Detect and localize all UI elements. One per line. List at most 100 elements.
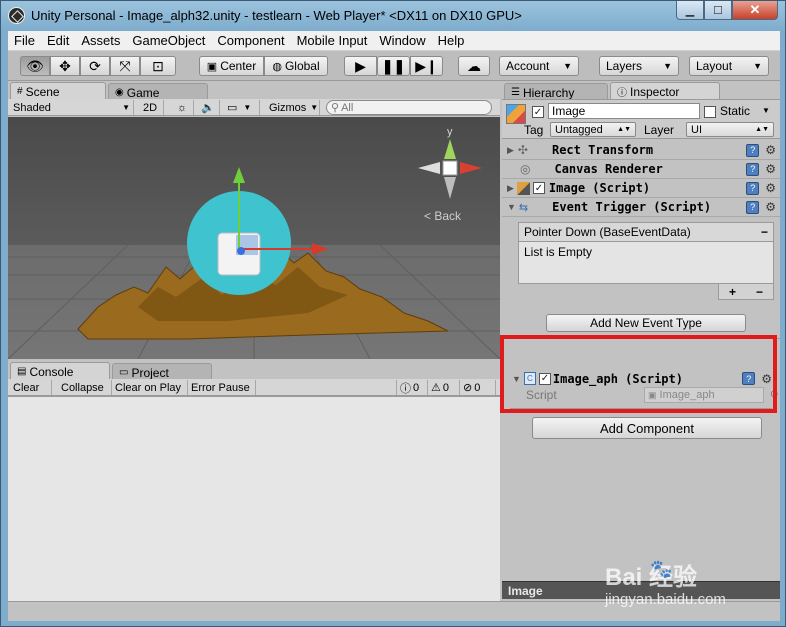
component-event-trigger[interactable]: ▼ ⇆ Event Trigger (Script) ? ⚙ <box>502 198 780 217</box>
object-header: ✓ Image Static ▼ Tag Untagged ▲▼ Layer U… <box>502 99 780 139</box>
chevron-down-icon: ▼ <box>310 103 319 112</box>
add-new-event-type-button[interactable]: Add New Event Type <box>546 314 746 332</box>
menu-edit[interactable]: Edit <box>41 33 75 48</box>
help-icon[interactable]: ? <box>746 162 760 176</box>
component-title: Event Trigger (Script) <box>552 200 712 214</box>
chevron-down-icon[interactable]: ▼ <box>762 106 770 115</box>
play-button[interactable]: ▶ <box>344 56 377 76</box>
audio-toggle[interactable]: 🔈 <box>198 100 220 115</box>
console-error-pause-button[interactable]: Error Pause <box>188 380 256 395</box>
menu-gameobject[interactable]: GameObject <box>126 33 211 48</box>
layout-dropdown[interactable]: Layout ▼ <box>689 56 769 76</box>
tab-scene-label: Scene <box>25 84 60 99</box>
scale-tool-button[interactable]: ⤧ <box>110 56 140 76</box>
static-checkbox[interactable] <box>704 106 716 118</box>
tab-scene[interactable]: # Scene <box>10 82 106 100</box>
maximize-button[interactable]: ☐ <box>704 1 732 20</box>
error-count: 0 <box>474 381 481 394</box>
rect-tool-button[interactable]: ⊡ <box>140 56 176 76</box>
gizmos-dropdown[interactable]: Gizmos ▼ <box>266 100 320 115</box>
info-count: 0 <box>413 381 420 394</box>
console-warning-filter[interactable]: ⚠ 0 <box>428 380 460 395</box>
pivot-global-button[interactable]: ◍ Global <box>264 56 328 76</box>
component-image-script[interactable]: ▶ ✓ Image (Script) ? ⚙ <box>502 179 780 198</box>
layer-label: Layer <box>644 123 675 137</box>
gear-icon[interactable]: ⚙ <box>765 181 776 195</box>
tab-inspector[interactable]: ⓘ Inspector <box>610 82 720 100</box>
step-button[interactable]: ▶❙ <box>410 56 443 76</box>
gizmos-label: Gizmos <box>269 101 307 114</box>
layers-label: Layers <box>606 59 643 73</box>
chevron-down-icon: ▼ <box>122 103 130 112</box>
cloud-button[interactable]: ☁ <box>458 56 490 76</box>
title-bar[interactable]: Unity Personal - Image_alph32.unity - te… <box>1 1 786 31</box>
help-icon[interactable]: ? <box>746 200 760 214</box>
foldout-arrow-icon: ▼ <box>507 202 516 212</box>
menu-component[interactable]: Component <box>211 33 290 48</box>
toggle-2d-button[interactable]: 2D <box>140 100 164 115</box>
tag-dropdown[interactable]: Untagged ▲▼ <box>550 122 636 137</box>
tab-game-label: Game <box>126 85 160 100</box>
help-icon[interactable]: ? <box>746 143 760 157</box>
menu-help[interactable]: Help <box>432 33 471 48</box>
close-button[interactable]: ✕ <box>732 1 778 20</box>
scale-icon: ⤧ <box>119 58 131 74</box>
console-clear-on-play-button[interactable]: Clear on Play <box>112 380 188 395</box>
layout-label: Layout <box>696 59 733 73</box>
unity-logo-icon <box>8 7 25 24</box>
eye-icon: 👁 <box>26 58 44 74</box>
gear-icon[interactable]: ⚙ <box>765 143 776 157</box>
menu-file[interactable]: File <box>8 33 41 48</box>
component-title: Rect Transform <box>551 143 654 157</box>
rotate-tool-button[interactable]: ⟳ <box>80 56 110 76</box>
menu-assets[interactable]: Assets <box>75 33 126 48</box>
scene-viewport[interactable]: y < Back <box>8 117 500 359</box>
pivot-center-button[interactable]: ▣ Center <box>199 56 264 76</box>
scene-render: y < Back <box>8 117 500 359</box>
add-component-button[interactable]: Add Component <box>532 417 762 439</box>
object-name-field[interactable]: Image <box>548 103 700 119</box>
scene-search-placeholder: All <box>341 101 354 114</box>
globe-icon: ◍ <box>272 60 282 73</box>
lighting-toggle[interactable]: ☼ <box>174 100 194 115</box>
effects-dropdown[interactable]: ▭ ▼ <box>224 100 260 115</box>
layer-dropdown[interactable]: UI ▲▼ <box>686 122 774 137</box>
component-rect-transform[interactable]: ▶ ✣ Rect Transform ? ⚙ <box>502 141 780 160</box>
pause-button[interactable]: ❚❚ <box>377 56 410 76</box>
add-list-item-button[interactable]: + <box>729 285 736 299</box>
static-label: Static <box>720 104 751 118</box>
console-log-area[interactable] <box>8 396 500 601</box>
component-enabled-checkbox[interactable]: ✓ <box>532 182 545 194</box>
gear-icon[interactable]: ⚙ <box>765 200 776 214</box>
help-icon[interactable]: ? <box>746 181 760 195</box>
scene-search-input[interactable]: ⚲ All <box>326 100 492 115</box>
object-active-checkbox[interactable]: ✓ <box>532 106 544 118</box>
info-icon: ⓘ <box>400 382 411 395</box>
component-canvas-renderer[interactable]: ◎ Canvas Renderer ? ⚙ <box>502 160 780 179</box>
shading-mode-dropdown[interactable]: Shaded ▼ <box>10 100 134 115</box>
step-icon: ▶❙ <box>415 58 438 74</box>
account-dropdown[interactable]: Account ▼ <box>499 56 579 76</box>
console-clear-button[interactable]: Clear <box>10 380 52 395</box>
folder-icon: ▭ <box>119 367 129 378</box>
menu-window[interactable]: Window <box>373 33 431 48</box>
menu-mobile-input[interactable]: Mobile Input <box>291 33 374 48</box>
view-tool-button[interactable]: 👁 <box>20 56 50 76</box>
preview-title: Image <box>508 583 543 598</box>
layers-dropdown[interactable]: Layers ▼ <box>599 56 679 76</box>
highlight-annotation <box>500 335 777 413</box>
console-error-filter[interactable]: ⊘ 0 <box>460 380 496 395</box>
console-info-filter[interactable]: ⓘ 0 <box>396 380 428 395</box>
tab-console[interactable]: ▤ Console <box>10 362 110 380</box>
remove-list-item-button[interactable]: − <box>756 285 763 299</box>
gear-icon[interactable]: ⚙ <box>765 162 776 176</box>
move-tool-button[interactable]: ✥ <box>50 56 80 76</box>
console-panel: ▤ Console ▭ Project Clear Collapse Clear… <box>8 361 500 601</box>
foldout-arrow-icon: ▶ <box>507 144 514 155</box>
gizmo-y-label: y <box>447 126 453 138</box>
console-collapse-button[interactable]: Collapse <box>58 380 112 395</box>
minimize-button[interactable]: ▁ <box>676 1 704 20</box>
remove-event-button[interactable]: − <box>761 225 768 239</box>
toggle-2d-label: 2D <box>143 101 158 114</box>
tab-project-label: Project <box>131 365 169 380</box>
